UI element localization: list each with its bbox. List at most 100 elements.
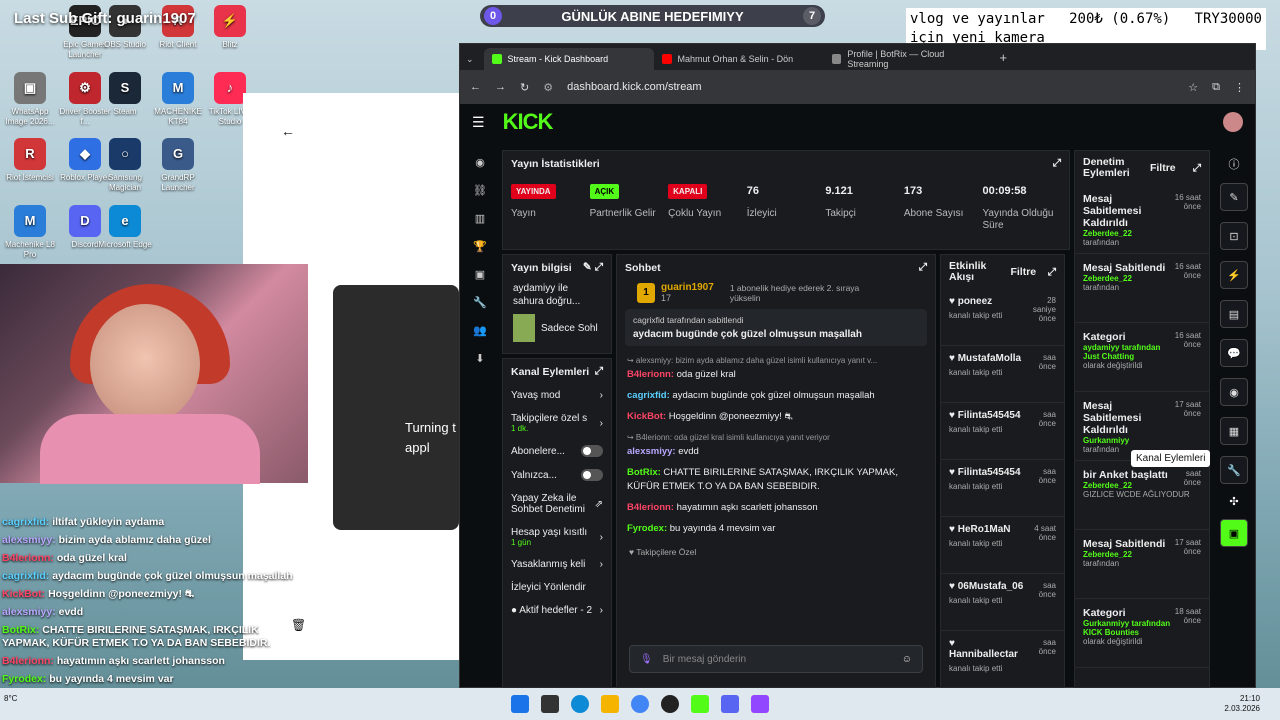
pencil-button[interactable]: ✎ (1220, 183, 1248, 211)
url-field[interactable]: dashboard.kick.com/stream (567, 75, 1174, 99)
expand-icon[interactable]: ⤢ (1048, 266, 1056, 279)
download-icon[interactable]: ⬇ (475, 352, 484, 365)
chat-button[interactable]: 💬 (1220, 339, 1248, 367)
chevron-right-icon[interactable]: › (600, 390, 603, 401)
channel-action-item[interactable]: Takipçilere özel s1 dk. › (503, 407, 611, 439)
kick-icon[interactable] (691, 695, 709, 713)
chat-input[interactable]: 🎙 Bir mesaj gönderin ☺ (629, 645, 923, 673)
chevron-right-icon[interactable]: › (600, 559, 603, 570)
desktop-icon[interactable]: ▣ WhatsApp Image 2026... (0, 72, 60, 127)
tab-kick-dashboard[interactable]: Stream - Kick Dashboard (483, 48, 654, 70)
twitch-icon[interactable] (751, 695, 769, 713)
back-icon[interactable]: ← (470, 81, 481, 93)
desktop-icon[interactable]: S Steam (95, 72, 155, 117)
stat-value: 76 (746, 185, 759, 197)
task-view-icon[interactable] (541, 695, 559, 713)
link-icon[interactable]: ⛓ (473, 184, 487, 197)
back-arrow-icon[interactable]: ← (281, 123, 295, 139)
channel-action-item[interactable]: Yavaş mod › (503, 384, 611, 407)
new-tab-icon[interactable]: + (1000, 50, 1008, 65)
tab-list-icon[interactable]: ⌄ (466, 54, 474, 65)
chat-user[interactable]: alexsmiyy: (627, 446, 678, 457)
tab-botrix[interactable]: Profile | BotRix — Cloud Streaming (824, 48, 994, 70)
wrench-icon[interactable]: 🔧 (473, 296, 487, 309)
reload-icon[interactable]: ↻ (520, 81, 529, 94)
obs-icon[interactable] (661, 695, 679, 713)
desktop-icon[interactable]: e Microsoft Edge (95, 205, 155, 250)
expand-icon[interactable]: ⤢ (919, 261, 927, 274)
desktop-icon[interactable]: M MACHENIKE KT84 (148, 72, 208, 127)
trophy-icon[interactable]: 🏆 (473, 240, 487, 253)
desktop-icon[interactable]: M Machenike L8 Pro (0, 205, 60, 260)
chart-icon[interactable]: ▥ (475, 212, 485, 225)
chat-user: alexsmiyy: (2, 606, 59, 618)
start-icon[interactable] (511, 695, 529, 713)
expand-icon[interactable]: ⤢ (595, 365, 603, 378)
toggle-switch[interactable] (581, 469, 603, 481)
pinned-message[interactable]: cagrixfid tarafından sabitlendi aydacım … (625, 309, 927, 346)
kick-favicon-icon (491, 54, 502, 64)
bolt-button[interactable]: ⚡ (1220, 261, 1248, 289)
hamburger-menu-icon[interactable]: ☰ (472, 114, 485, 131)
mod-by[interactable]: Gurkanmiyy (1083, 436, 1201, 445)
edit-icon[interactable]: ✎ ⤢ (583, 261, 603, 274)
site-info-icon[interactable]: ⚙ (543, 81, 553, 94)
chat-user[interactable]: BotRix: (627, 467, 663, 478)
channel-action-item[interactable]: Yapay Zeka ile Sohbet Denetimi ⇗ (503, 487, 611, 521)
activity-feed-list: 28 saniye önce ♥ poneez kanalı takip etti s… (941, 289, 1064, 720)
emoji-icon[interactable]: ☺ (902, 654, 912, 665)
expand-icon[interactable]: ⤢ (1053, 157, 1061, 170)
external-link-icon[interactable]: ⇗ (595, 499, 603, 510)
channel-actions-button[interactable]: ▦ (1220, 417, 1248, 445)
flow-filter[interactable]: Filtre (1010, 266, 1036, 278)
game-button[interactable]: ▣ (1220, 519, 1248, 547)
desktop-icon[interactable]: G GrandRP Launcher (148, 138, 208, 193)
chrome-icon[interactable] (631, 695, 649, 713)
forward-icon[interactable]: → (495, 81, 506, 93)
channel-action-item[interactable]: Hesap yaşı kısıtlı 1 gün › (503, 521, 611, 553)
channel-action-item[interactable]: ● Aktif hedefler - 2 › (503, 599, 611, 622)
channel-action-item[interactable]: Yalnızca... (503, 463, 611, 487)
channel-action-item[interactable]: Abonelere... (503, 439, 611, 463)
focus-button[interactable]: ⊡ (1220, 222, 1248, 250)
video-icon[interactable]: ▣ (475, 268, 485, 281)
chat-user[interactable]: Fyrodex: (627, 523, 670, 534)
explorer-icon[interactable] (601, 695, 619, 713)
chat-text: hayatımın aşkı scarlett johansson (676, 502, 818, 513)
mod-by[interactable]: Zeberdee_22 (1083, 229, 1201, 238)
stat-item: KAPALI Çoklu Yayın (668, 180, 747, 232)
channel-action-item[interactable]: İzleyici Yönlendir (503, 576, 611, 599)
chat-user[interactable]: KickBot: (627, 411, 669, 422)
tab-youtube[interactable]: Mahmut Orhan & Selin - Dön (654, 48, 824, 70)
mic-icon[interactable]: 🎙 (640, 654, 653, 665)
mod-filter[interactable]: Filtre (1150, 162, 1176, 174)
menu-icon[interactable]: ⋮ (1234, 81, 1245, 94)
edge-icon[interactable] (571, 695, 589, 713)
chevron-right-icon[interactable]: › (600, 418, 603, 429)
extensions-icon[interactable]: ⧉ (1212, 81, 1220, 94)
chat-user[interactable]: B4lerionn: (627, 502, 677, 513)
chevron-right-icon[interactable]: › (600, 532, 603, 543)
chat-user[interactable]: B4lerionn: (627, 369, 677, 380)
desktop-icon[interactable]: ○ Samsung Magician (95, 138, 155, 193)
chat-user[interactable]: cagrixfid: (627, 390, 672, 401)
wrench-button[interactable]: 🔧 (1220, 456, 1248, 484)
avatar[interactable] (1223, 112, 1243, 132)
broadcast-icon[interactable]: ◉ (475, 156, 485, 169)
channel-action-item[interactable]: Yasaklanmış keli › (503, 553, 611, 576)
notes-button[interactable]: ▤ (1220, 300, 1248, 328)
info-icon[interactable]: ⓘ (1229, 156, 1240, 172)
stat-label: Abone Sayısı (903, 208, 964, 219)
bookmark-star-icon[interactable]: ☆ (1188, 81, 1198, 94)
chevron-right-icon[interactable]: › (600, 605, 603, 616)
expand-icon[interactable]: ⤢ (1193, 162, 1201, 175)
action-sub: 1 dk. (511, 424, 529, 433)
broadcast-button[interactable]: ◉ (1220, 378, 1248, 406)
desktop-icon[interactable]: ⚡ Blitz (200, 5, 260, 50)
toggle-switch[interactable] (581, 445, 603, 457)
discord-icon[interactable] (721, 695, 739, 713)
kick-logo[interactable]: KICK (503, 109, 1223, 135)
share-icon[interactable]: ✣ (1229, 495, 1238, 508)
users-icon[interactable]: 👥 (473, 324, 487, 337)
desktop-icon[interactable]: R Riot İstemcisi (0, 138, 60, 183)
